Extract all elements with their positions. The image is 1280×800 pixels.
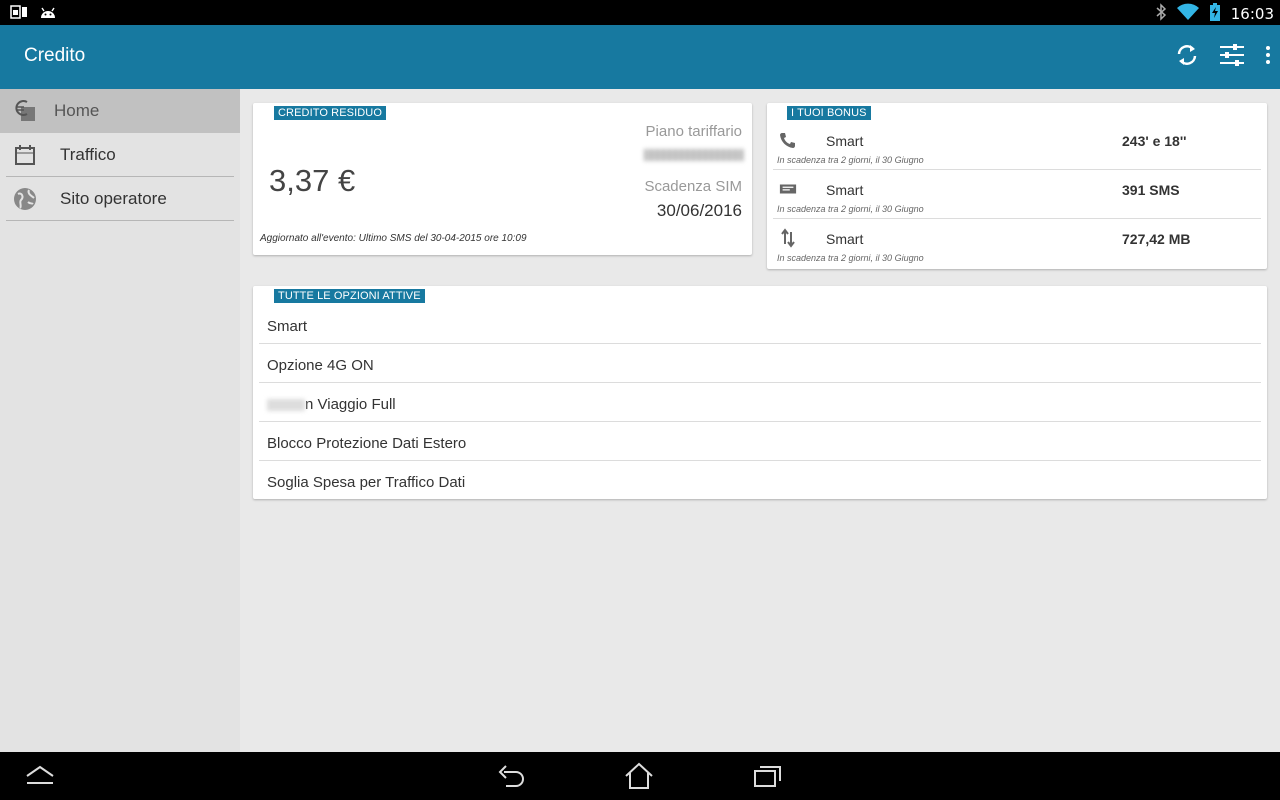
settings-sliders-icon[interactable] (1218, 42, 1246, 68)
sidebar-item-label: Home (54, 101, 100, 120)
overflow-menu-icon[interactable] (1264, 43, 1272, 67)
bonus-value: 727,42 MB (1122, 231, 1191, 247)
euro-icon (11, 97, 39, 125)
bonus-name: Smart (826, 182, 864, 198)
active-options-card: TUTTE LE OPZIONI ATTIVE Smart Opzione 4G… (253, 286, 1267, 499)
clock: 16:03 (1230, 5, 1274, 23)
bonus-expiry: In scadenza tra 2 giorni, il 30 Giugno (777, 155, 924, 165)
bonus-expiry: In scadenza tra 2 giorni, il 30 Giugno (777, 204, 924, 214)
bonus-card: I TUOI BONUS Smart 243' e 18'' In scaden… (767, 103, 1267, 269)
back-icon[interactable] (496, 762, 528, 790)
bonus-expiry: In scadenza tra 2 giorni, il 30 Giugno (777, 253, 924, 263)
option-label: Opzione 4G ON (267, 357, 374, 374)
sidebar-item-label: Traffico (60, 144, 116, 164)
option-row[interactable]: Blocco Protezione Dati Estero (259, 422, 1261, 461)
option-label: n Viaggio Full (305, 396, 396, 413)
sim-expiry-date: 30/06/2016 (656, 201, 742, 220)
bonus-value: 391 SMS (1122, 182, 1180, 198)
option-row[interactable]: Opzione 4G ON (259, 344, 1261, 383)
bonus-row[interactable]: Smart 243' e 18'' In scadenza tra 2 gior… (773, 121, 1261, 170)
bluetooth-icon (1155, 3, 1167, 25)
calendar-icon (11, 141, 39, 169)
option-name-redacted (267, 399, 305, 412)
home-icon[interactable] (623, 762, 655, 790)
recents-icon[interactable] (752, 762, 784, 790)
bonus-value: 243' e 18'' (1122, 133, 1187, 149)
option-row[interactable]: Soglia Spesa per Traffico Dati (259, 461, 1261, 500)
option-label: Soglia Spesa per Traffico Dati (267, 474, 466, 491)
data-arrows-icon (779, 228, 797, 248)
refresh-icon[interactable] (1174, 42, 1200, 68)
sidebar-item-traffico[interactable]: Traffico (6, 133, 234, 177)
bonus-name: Smart (826, 231, 864, 247)
option-row[interactable]: n Viaggio Full (259, 383, 1261, 422)
collapse-icon[interactable] (24, 764, 56, 786)
system-nav-bar (0, 752, 1280, 800)
phone-icon (779, 131, 797, 149)
bonus-tag: I TUOI BONUS (787, 106, 871, 120)
sms-icon (779, 180, 797, 198)
sidebar-item-home[interactable]: Home (0, 89, 240, 133)
credit-card: CREDITO RESIDUO 3,37 € Piano tariffario … (253, 103, 752, 255)
bonus-row[interactable]: Smart 391 SMS In scadenza tra 2 giorni, … (773, 170, 1261, 219)
wifi-icon (1176, 3, 1199, 25)
app-title: Credito (24, 45, 86, 66)
option-row[interactable]: Smart (259, 305, 1261, 344)
sim-expiry-label: Scadenza SIM (644, 178, 742, 195)
navigation-drawer: Home Traffico Sito operatore (0, 89, 240, 752)
sidebar-item-sito-operatore[interactable]: Sito operatore (6, 177, 234, 221)
option-label: Smart (267, 318, 308, 335)
app-bar: Credito (0, 25, 1280, 89)
plan-name-redacted (644, 149, 744, 161)
bonus-row[interactable]: Smart 727,42 MB In scadenza tra 2 giorni… (773, 219, 1261, 268)
plan-label: Piano tariffario (645, 123, 742, 140)
status-bar: 16:03 (0, 0, 1280, 25)
sidebar-item-label: Sito operatore (60, 188, 167, 208)
battery-charging-icon (1209, 3, 1221, 25)
option-label: Blocco Protezione Dati Estero (267, 435, 467, 452)
android-icon (38, 4, 58, 24)
last-update-text: Aggiornato all'evento: Ultimo SMS del 30… (260, 233, 527, 244)
sim-icon (10, 4, 28, 24)
credit-tag: CREDITO RESIDUO (274, 106, 386, 120)
credit-amount: 3,37 € (269, 163, 356, 198)
bonus-name: Smart (826, 133, 864, 149)
main-content: CREDITO RESIDUO 3,37 € Piano tariffario … (240, 89, 1280, 752)
globe-icon (11, 185, 39, 213)
options-tag: TUTTE LE OPZIONI ATTIVE (274, 289, 425, 303)
